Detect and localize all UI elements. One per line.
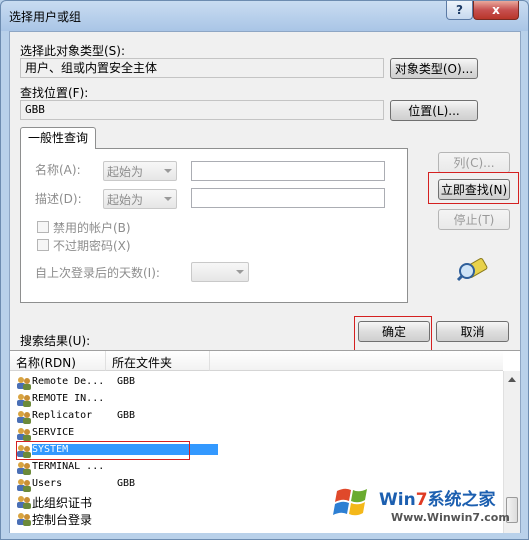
help-button[interactable]: ? xyxy=(446,1,473,20)
group-icon xyxy=(16,393,32,407)
group-icon xyxy=(16,410,32,424)
row-name: Remote De... xyxy=(32,376,105,387)
group-icon xyxy=(16,495,32,509)
find-now-highlight xyxy=(428,172,519,204)
group-icon xyxy=(16,427,32,441)
name-mode-value: 起始为 xyxy=(107,165,144,179)
ok-highlight xyxy=(354,316,432,351)
disabled-accounts-checkbox[interactable] xyxy=(37,221,49,233)
description-mode-select[interactable]: 起始为 xyxy=(103,189,177,209)
watermark-brand-cn: 系统之家 xyxy=(427,490,496,510)
close-button[interactable]: x xyxy=(473,1,519,20)
table-row[interactable]: REMOTE IN... xyxy=(12,392,482,409)
group-icon xyxy=(16,376,32,390)
watermark-url: Www.Winwin7.com xyxy=(391,511,510,524)
description-label: 描述(D): xyxy=(35,192,82,206)
group-icon xyxy=(16,461,32,475)
description-input[interactable] xyxy=(191,188,385,208)
row-folder: GBB xyxy=(117,376,136,387)
chevron-down-icon xyxy=(236,270,244,274)
row-name: 控制台登录 xyxy=(32,513,93,527)
disabled-accounts-label: 禁用的帐户(B) xyxy=(53,221,131,235)
group-icon xyxy=(16,512,32,526)
name-label: 名称(A): xyxy=(35,163,81,177)
row-folder: GBB xyxy=(117,410,136,421)
object-type-label: 选择此对象类型(S): xyxy=(20,44,126,58)
non-expiring-password-label: 不过期密码(X) xyxy=(53,239,131,253)
columns-button[interactable]: 列(C)... xyxy=(438,152,510,173)
name-mode-select[interactable]: 起始为 xyxy=(103,161,177,181)
row-name: 此组织证书 xyxy=(32,496,93,510)
cancel-button[interactable]: 取消 xyxy=(436,321,509,342)
common-queries-panel: 名称(A): 起始为 描述(D): 起始为 禁用的帐户(B) 不过期密码(X) … xyxy=(20,148,408,303)
row-name: SERVICE xyxy=(32,427,75,438)
system-row-highlight xyxy=(16,441,190,460)
row-name: Users xyxy=(32,478,63,489)
column-header-folder[interactable]: 所在文件夹 xyxy=(106,351,210,371)
chevron-down-icon xyxy=(164,197,172,201)
select-users-dialog: 选择用户或组 ? x 选择此对象类型(S): 用户、组或内置安全主体 对象类型(… xyxy=(0,0,529,540)
watermark-brand-win: Win xyxy=(379,490,416,510)
object-type-field: 用户、组或内置安全主体 xyxy=(20,58,384,78)
table-row[interactable]: Replicator GBB xyxy=(12,409,482,426)
table-row[interactable]: Remote De... GBB xyxy=(12,375,482,392)
row-folder: GBB xyxy=(117,478,136,489)
search-flashlight-icon xyxy=(456,258,488,282)
watermark-brand-7: 7 xyxy=(415,490,428,510)
column-header-empty xyxy=(210,351,503,371)
non-expiring-password-checkbox[interactable] xyxy=(37,239,49,251)
row-name: Replicator xyxy=(32,410,93,421)
location-label: 查找位置(F): xyxy=(20,86,89,100)
group-icon xyxy=(16,478,32,492)
search-results-label: 搜索结果(U): xyxy=(20,334,91,348)
days-since-logon-label: 自上次登录后的天数(I): xyxy=(35,266,160,280)
dialog-client-area: 选择此对象类型(S): 用户、组或内置安全主体 对象类型(O)... 查找位置(… xyxy=(9,31,521,533)
days-since-logon-select[interactable] xyxy=(191,262,249,282)
window-title: 选择用户或组 xyxy=(9,10,82,24)
object-types-button[interactable]: 对象类型(O)... xyxy=(390,58,478,79)
locations-button[interactable]: 位置(L)... xyxy=(390,100,478,121)
tab-common-queries[interactable]: 一般性查询 xyxy=(20,127,96,149)
windows-logo-icon xyxy=(333,488,367,516)
location-field: GBB xyxy=(20,100,384,120)
name-input[interactable] xyxy=(191,161,385,181)
description-mode-value: 起始为 xyxy=(107,193,144,207)
scroll-up-arrow-icon[interactable] xyxy=(508,377,516,382)
stop-button[interactable]: 停止(T) xyxy=(438,209,510,230)
winwin7-watermark: Win7系统之家 Www.Winwin7.com xyxy=(331,471,527,537)
row-name: TERMINAL ... xyxy=(32,461,105,472)
chevron-down-icon xyxy=(164,169,172,173)
title-bar: 选择用户或组 ? x xyxy=(1,1,528,31)
row-name: REMOTE IN... xyxy=(32,393,105,404)
column-header-name[interactable]: 名称(RDN) xyxy=(10,351,106,371)
